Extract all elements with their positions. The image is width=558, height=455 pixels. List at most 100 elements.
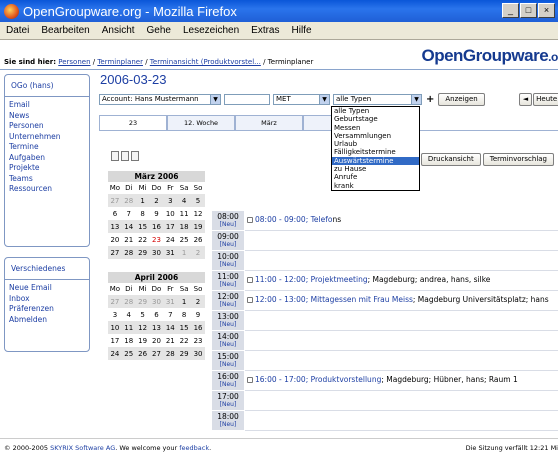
maximize-button[interactable]: □ [520, 3, 537, 18]
calendar-day[interactable]: 1 [177, 246, 192, 259]
calendar-day[interactable]: 27 [149, 347, 164, 360]
calendar-day[interactable]: 2 [191, 246, 205, 259]
calendar-day[interactable]: 29 [177, 347, 192, 360]
calendar-day[interactable]: 1 [135, 194, 150, 207]
calendar-day[interactable]: 4 [122, 308, 136, 321]
breadcrumb-terminplaner[interactable]: Terminplaner [97, 58, 143, 66]
calendar-day[interactable]: 23 [150, 233, 164, 246]
nav-teams[interactable]: Teams [9, 174, 85, 185]
calendar-day[interactable]: 22 [136, 233, 150, 246]
tab-day[interactable]: 23 [99, 115, 167, 130]
suggest-appointment-button[interactable]: Terminvorschlag [482, 153, 554, 166]
nav-preferences[interactable]: Präferenzen [9, 304, 85, 315]
calendar-day[interactable]: 20 [108, 233, 122, 246]
new-appointment-link[interactable]: [Neu] [212, 321, 244, 328]
add-icon[interactable]: + [426, 94, 434, 105]
calendar-day[interactable]: 30 [149, 246, 164, 259]
nav-inbox[interactable]: Inbox [9, 294, 85, 305]
calendar-day[interactable]: 28 [163, 347, 178, 360]
calendar-day[interactable]: 6 [108, 207, 122, 220]
calendar-day[interactable]: 10 [108, 321, 122, 334]
calendar-day[interactable]: 8 [136, 207, 150, 220]
appointment-title-link[interactable]: Projektmeeting [311, 275, 368, 284]
today-button[interactable]: Heute [533, 92, 558, 106]
type-option[interactable]: Anrufe [332, 173, 419, 181]
type-option[interactable]: zu Hause [332, 165, 419, 173]
nav-projekte[interactable]: Projekte [9, 163, 85, 174]
calendar-day[interactable]: 9 [191, 308, 205, 321]
new-appointment-link[interactable]: [Neu] [212, 261, 244, 268]
type-option[interactable]: krank [332, 182, 419, 190]
calendar-day[interactable]: 30 [149, 295, 164, 308]
calendar-day[interactable]: 10 [163, 207, 177, 220]
calendar-day[interactable]: 2 [149, 194, 164, 207]
hour-row[interactable] [245, 311, 558, 331]
calendar-day[interactable]: 24 [163, 233, 177, 246]
menu-datei[interactable]: Datei [0, 25, 35, 36]
calendar-day[interactable]: 29 [135, 295, 150, 308]
calendar-day[interactable]: 24 [108, 347, 122, 360]
appointment-time-link[interactable]: 16:00 - 17:00; [255, 375, 311, 384]
calendar-day[interactable]: 15 [177, 321, 192, 334]
show-button[interactable]: Anzeigen [438, 92, 485, 106]
type-option[interactable]: Versammlungen [332, 132, 419, 140]
print-view-button[interactable]: Druckansicht [420, 153, 481, 166]
new-appointment-link[interactable]: [Neu] [212, 301, 244, 308]
type-option[interactable]: Auswärtstermine [332, 156, 419, 166]
calendar-day[interactable]: 21 [163, 334, 177, 347]
tab-month[interactable]: März [235, 115, 303, 130]
menu-bearbeiten[interactable]: Bearbeiten [35, 25, 95, 36]
calendar-day[interactable]: 14 [121, 220, 136, 233]
calendar-day[interactable]: 1 [177, 295, 192, 308]
calendar-day[interactable]: 13 [149, 321, 164, 334]
nav-user-link[interactable]: OGo (hans) [5, 78, 89, 97]
prev-button[interactable]: ◄ [518, 92, 533, 106]
timezone-select[interactable]: MET ▼ [273, 93, 330, 105]
type-option[interactable]: alle Typen [332, 107, 419, 115]
type-option[interactable]: Urlaub [332, 140, 419, 148]
calendar-day[interactable]: 18 [177, 220, 192, 233]
nav-ressourcen[interactable]: Ressourcen [9, 184, 85, 195]
calendar-day[interactable]: 6 [150, 308, 164, 321]
new-appointment-link[interactable]: [Neu] [212, 381, 244, 388]
calendar-day[interactable]: 17 [108, 334, 122, 347]
calendar-day[interactable]: 15 [135, 220, 150, 233]
new-appointment-link[interactable]: [Neu] [212, 241, 244, 248]
new-appointment-link[interactable]: [Neu] [212, 221, 244, 228]
menu-hilfe[interactable]: Hilfe [286, 25, 318, 36]
calendar-day[interactable]: 11 [121, 321, 136, 334]
calendar-day[interactable]: 31 [163, 295, 178, 308]
nav-logout[interactable]: Abmelden [9, 315, 85, 326]
feedback-link[interactable]: feedback [179, 444, 209, 452]
calendar-day[interactable]: 12 [135, 321, 150, 334]
calendar-day[interactable]: 17 [163, 220, 178, 233]
appointment-title-link[interactable]: Telefo [311, 215, 333, 224]
calendar-day[interactable]: 27 [108, 194, 122, 207]
calendar-day[interactable]: 27 [108, 295, 122, 308]
hour-row[interactable] [245, 251, 558, 271]
calendar-day[interactable]: 19 [136, 334, 150, 347]
appointment-title-link[interactable]: Produktvorstellung [311, 375, 382, 384]
close-button[interactable]: × [538, 3, 555, 18]
document-icon[interactable] [111, 151, 119, 161]
calendar-day[interactable]: 18 [122, 334, 136, 347]
calendar-day[interactable]: 28 [121, 194, 136, 207]
nav-email[interactable]: Email [9, 100, 85, 111]
appointment-time-link[interactable]: 08:00 - 09:00; [255, 215, 311, 224]
calendar-day[interactable]: 27 [108, 246, 122, 259]
appointment-title-link[interactable]: Mittagessen mit Frau Meiss [311, 295, 413, 304]
type-option[interactable]: Messen [332, 124, 419, 132]
calendar-day[interactable]: 7 [122, 207, 136, 220]
calendar-day[interactable]: 13 [108, 220, 122, 233]
calendar-day[interactable]: 5 [136, 308, 150, 321]
document-list-icon[interactable] [131, 151, 139, 161]
calendar-day[interactable]: 30 [191, 347, 205, 360]
new-appointment-link[interactable]: [Neu] [212, 361, 244, 368]
calendar-day[interactable]: 20 [150, 334, 164, 347]
calendar-day[interactable]: 4 [177, 194, 192, 207]
calendar-day[interactable]: 16 [149, 220, 164, 233]
type-option[interactable]: Geburtstage [332, 115, 419, 123]
hour-row[interactable] [245, 351, 558, 371]
tab-week[interactable]: 12. Woche [167, 115, 235, 130]
calendar-day[interactable]: 2 [191, 295, 205, 308]
